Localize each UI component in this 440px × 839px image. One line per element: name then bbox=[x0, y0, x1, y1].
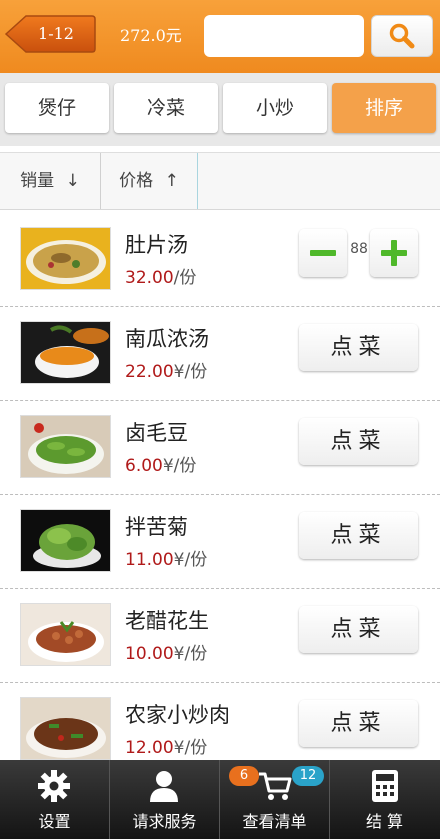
tab-checkout[interactable]: 结 算 bbox=[330, 760, 439, 839]
search-input[interactable] bbox=[204, 15, 364, 57]
order-total: 272.0元 bbox=[120, 26, 182, 45]
tab-label: 查看清单 bbox=[242, 812, 307, 831]
minus-icon bbox=[310, 250, 336, 256]
cart-count-badge: 6 bbox=[229, 766, 259, 786]
dish-price: 11.00¥/份 bbox=[125, 545, 207, 570]
dish-image-pumpkin-soup[interactable] bbox=[20, 321, 111, 384]
top-bar: 1-12 272.0元 bbox=[0, 0, 440, 73]
price-unit: ¥/份 bbox=[173, 550, 208, 570]
cart-icon bbox=[259, 772, 292, 800]
category-tab-stir-fry[interactable]: 小炒 bbox=[223, 83, 327, 133]
price-value: 32.00 bbox=[125, 268, 174, 288]
tab-view-order-list[interactable]: 6 12 查看清单 bbox=[220, 760, 329, 839]
order-dish-button[interactable]: 点菜 bbox=[299, 418, 418, 465]
price-value: 11.00 bbox=[125, 550, 174, 570]
tab-label: 结 算 bbox=[365, 812, 404, 831]
price-value: 10.00 bbox=[125, 644, 174, 664]
dish-row: 南瓜浓汤 22.00¥/份 点菜 bbox=[0, 307, 440, 401]
dish-name: 农家小炒肉 bbox=[125, 703, 230, 727]
dish-image-farmhouse-pork[interactable] bbox=[20, 697, 111, 760]
tab-label: 设置 bbox=[38, 812, 71, 831]
increase-quantity-button[interactable] bbox=[370, 229, 418, 277]
dish-price: 6.00¥/份 bbox=[125, 451, 196, 476]
dish-image-edamame[interactable] bbox=[20, 415, 111, 478]
order-dish-button[interactable]: 点菜 bbox=[299, 606, 418, 653]
tab-settings[interactable]: 设置 bbox=[0, 760, 109, 839]
price-unit: ¥/份 bbox=[162, 456, 197, 476]
price-unit: ¥/份 bbox=[173, 738, 208, 758]
decrease-quantity-button[interactable] bbox=[299, 229, 347, 277]
dish-name: 拌苦菊 bbox=[125, 515, 188, 539]
price-unit: ¥/份 bbox=[173, 644, 208, 664]
dish-price: 22.00¥/份 bbox=[125, 357, 207, 382]
calculator-icon bbox=[372, 770, 398, 802]
quantity-value: 88 bbox=[350, 241, 368, 257]
person-icon bbox=[150, 771, 178, 802]
order-dish-button[interactable]: 点菜 bbox=[299, 700, 418, 747]
table-number-button[interactable]: 1-12 bbox=[4, 14, 96, 54]
dish-image-vinegar-peanuts[interactable] bbox=[20, 603, 111, 666]
tab-request-service[interactable]: 请求服务 bbox=[110, 760, 219, 839]
dish-price: 32.00/份 bbox=[125, 263, 196, 288]
dish-row: 老醋花生 10.00¥/份 点菜 bbox=[0, 589, 440, 683]
search-icon bbox=[389, 23, 415, 49]
dish-price: 10.00¥/份 bbox=[125, 639, 207, 664]
dish-row: 拌苦菊 11.00¥/份 点菜 bbox=[0, 495, 440, 589]
cart-quantity-badge: 12 bbox=[292, 766, 324, 786]
dish-name: 南瓜浓汤 bbox=[125, 327, 209, 351]
price-value: 12.00 bbox=[125, 738, 174, 758]
dish-name: 卤毛豆 bbox=[125, 421, 188, 445]
price-value: 6.00 bbox=[125, 456, 163, 476]
sort-by-price[interactable]: 价格 ↑ bbox=[101, 153, 197, 209]
sort-sales-label: 销量 bbox=[20, 171, 55, 191]
order-dish-button[interactable]: 点菜 bbox=[299, 324, 418, 371]
category-tab-baozai[interactable]: 煲仔 bbox=[5, 83, 109, 133]
sort-price-label: 价格 bbox=[119, 171, 154, 191]
category-bar: 煲仔 冷菜 小炒 排序 bbox=[0, 73, 440, 146]
price-unit: ¥/份 bbox=[173, 362, 208, 382]
table-number: 1-12 bbox=[38, 24, 74, 43]
dish-image-tripe-soup[interactable] bbox=[20, 227, 111, 290]
dish-name: 肚片汤 bbox=[125, 233, 188, 257]
dish-row: 肚片汤 32.00/份 88 bbox=[0, 213, 440, 307]
dish-price: 12.00¥/份 bbox=[125, 733, 207, 758]
sort-by-sales[interactable]: 销量 ↓ bbox=[0, 153, 100, 209]
order-dish-button[interactable]: 点菜 bbox=[299, 512, 418, 559]
bottom-tab-bar: 设置 请求服务 6 12 查看清单 结 算 bbox=[0, 760, 440, 839]
divider bbox=[197, 153, 198, 209]
dish-name: 老醋花生 bbox=[125, 609, 209, 633]
arrow-up-icon: ↑ bbox=[164, 171, 179, 191]
plus-icon bbox=[381, 240, 407, 266]
search-button[interactable] bbox=[371, 15, 433, 57]
category-tab-cold-dishes[interactable]: 冷菜 bbox=[114, 83, 218, 133]
tab-label: 请求服务 bbox=[132, 812, 197, 831]
category-tab-sort[interactable]: 排序 bbox=[332, 83, 436, 133]
arrow-down-icon: ↓ bbox=[65, 171, 80, 191]
gear-icon bbox=[38, 770, 70, 802]
price-unit: /份 bbox=[173, 268, 197, 288]
price-value: 22.00 bbox=[125, 362, 174, 382]
dish-row: 卤毛豆 6.00¥/份 点菜 bbox=[0, 401, 440, 495]
sort-bar: 销量 ↓ 价格 ↑ bbox=[0, 152, 440, 210]
dish-image-bitter-chrysanthemum[interactable] bbox=[20, 509, 111, 572]
